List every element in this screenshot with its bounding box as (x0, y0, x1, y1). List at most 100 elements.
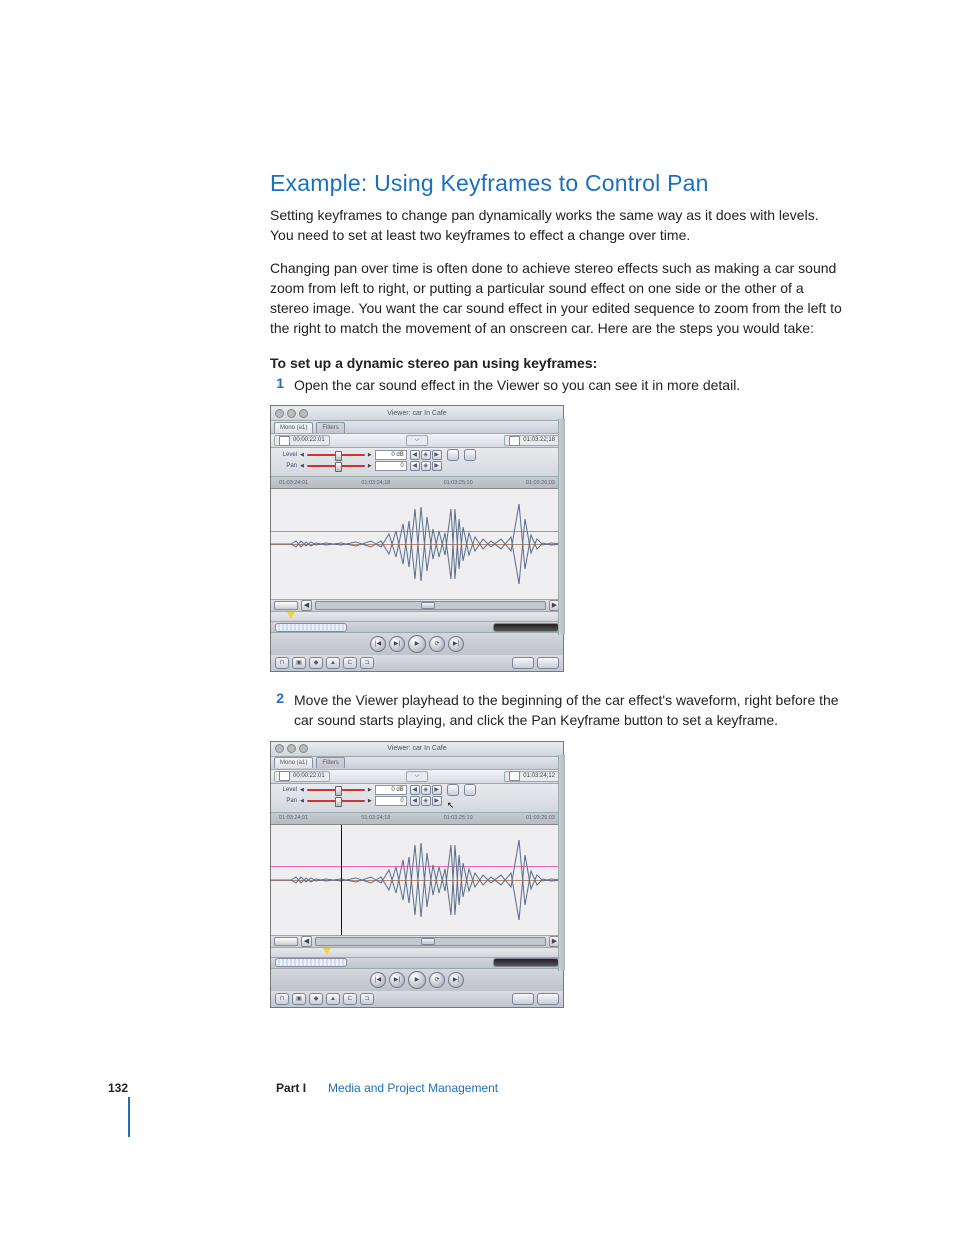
tab-filters[interactable]: Filters (316, 757, 344, 768)
scrollbar[interactable] (315, 937, 546, 946)
pan-slider[interactable] (307, 463, 365, 469)
pan-value[interactable]: 0 (375, 796, 407, 806)
play-inout-button[interactable]: ▶| (389, 972, 405, 988)
step-row: 1 Open the car sound effect in the Viewe… (270, 375, 844, 395)
level-keyframe-prev-button[interactable]: ◀ (410, 785, 420, 795)
level-keyframe-prev-button[interactable]: ◀ (410, 450, 420, 460)
mark-out-button[interactable]: ⊐ (360, 993, 374, 1005)
zoom-slider[interactable] (274, 937, 298, 946)
level-value[interactable]: 0 dB (375, 785, 407, 795)
playhead-marker-icon[interactable] (323, 948, 331, 955)
play-button[interactable]: ▶ (408, 971, 426, 989)
duration-timecode[interactable]: 00:00:22:01 (274, 771, 330, 782)
titlebar: Viewer: car In Cafe (271, 742, 563, 757)
insert-button[interactable] (512, 657, 534, 669)
shuttle-control[interactable] (493, 958, 559, 967)
overwrite-button[interactable] (537, 993, 559, 1005)
pan-value[interactable]: 0 (375, 461, 407, 471)
level-value[interactable]: 0 dB (375, 450, 407, 460)
time-ruler[interactable]: 01:03:24;01 01:03:24;18 01:03:25;10 01:0… (271, 477, 563, 489)
go-end-button[interactable]: ▶| (448, 972, 464, 988)
add-marker-button[interactable]: ▲ (326, 993, 340, 1005)
pan-keyframe-add-button[interactable]: ◈ (421, 796, 431, 806)
jog-wheel[interactable] (275, 623, 347, 632)
drag-hand-icon[interactable] (464, 449, 476, 461)
play-around-button[interactable]: ⟳ (429, 636, 445, 652)
level-pan-controls: Level ◀ ▶ 0 dB ◀ ◈ ▶ Pan ◀ ▶ 0 (271, 448, 563, 477)
tab-mono[interactable]: Mono (a1) (274, 422, 313, 433)
stereo-pair-menu[interactable]: ⌵ (406, 771, 429, 782)
pan-keyframe-next-button[interactable]: ▶ (432, 461, 442, 471)
level-keyframe-nav: ◀ ◈ ▶ (410, 785, 442, 795)
level-keyframe-add-button[interactable]: ◈ (421, 450, 431, 460)
pan-label: Pan (275, 798, 297, 804)
level-keyframe-next-button[interactable]: ▶ (432, 450, 442, 460)
window-title: Viewer: car In Cafe (271, 410, 563, 417)
step-row: 2 Move the Viewer playhead to the beginn… (270, 690, 844, 731)
reset-button[interactable] (447, 784, 459, 796)
playhead-line[interactable] (341, 825, 342, 935)
pan-keyframe-nav: ◀ ◈ ▶ (410, 796, 442, 806)
add-marker-button[interactable]: ▲ (326, 657, 340, 669)
mark-clip-button[interactable]: ▣ (292, 657, 306, 669)
stereo-pair-menu[interactable]: ⌵ (406, 435, 429, 446)
shuttle-control[interactable] (493, 623, 559, 632)
add-keyframe-button[interactable]: ◆ (309, 993, 323, 1005)
mark-in-button[interactable]: ⊏ (343, 657, 357, 669)
cursor-arrow-icon: ↖ (447, 800, 455, 811)
scrollbar-thumb[interactable] (421, 602, 435, 609)
level-slider[interactable] (307, 787, 365, 793)
pan-keyframe-add-button[interactable]: ◈ (421, 461, 431, 471)
match-frame-button[interactable]: ⊓ (275, 657, 289, 669)
play-inout-button[interactable]: ▶| (389, 636, 405, 652)
pan-keyframe-nav: ◀ ◈ ▶ (410, 461, 442, 471)
level-keyframe-add-button[interactable]: ◈ (421, 785, 431, 795)
waveform-icon (271, 825, 563, 935)
mini-ruler[interactable] (271, 948, 563, 958)
zoom-scroll-row: ◀ ▶ (271, 935, 563, 948)
playhead-marker-icon[interactable] (287, 612, 295, 619)
ruler-tick: 01:03:25;10 (444, 480, 473, 486)
tab-mono[interactable]: Mono (a1) (274, 757, 313, 768)
overwrite-button[interactable] (537, 657, 559, 669)
tab-filters[interactable]: Filters (316, 422, 344, 433)
level-keyframe-next-button[interactable]: ▶ (432, 785, 442, 795)
insert-button[interactable] (512, 993, 534, 1005)
play-button[interactable]: ▶ (408, 635, 426, 653)
mark-out-button[interactable]: ⊐ (360, 657, 374, 669)
level-keyframe-nav: ◀ ◈ ▶ (410, 450, 442, 460)
mini-ruler[interactable] (271, 612, 563, 622)
zoom-slider[interactable] (274, 601, 298, 610)
viewer-window: Viewer: car In Cafe Mono (a1) Filters 00… (270, 741, 564, 1008)
waveform-area[interactable] (271, 489, 563, 599)
go-start-button[interactable]: |◀ (370, 636, 386, 652)
mark-in-button[interactable]: ⊏ (343, 993, 357, 1005)
scroll-left-button[interactable]: ◀ (301, 600, 312, 611)
reset-button[interactable] (447, 449, 459, 461)
waveform-area[interactable] (271, 825, 563, 935)
pan-keyframe-prev-button[interactable]: ◀ (410, 796, 420, 806)
current-timecode[interactable]: 01:03:24;12 (504, 771, 560, 782)
go-start-button[interactable]: |◀ (370, 972, 386, 988)
mark-clip-button[interactable]: ▣ (292, 993, 306, 1005)
current-timecode[interactable]: 01:03:22;18 (504, 435, 560, 446)
duration-timecode[interactable]: 00:00:22:01 (274, 435, 330, 446)
scrollbar-thumb[interactable] (421, 938, 435, 945)
time-ruler[interactable]: 01:03:24;01 01:03:24;18 01:03:25;10 01:0… (271, 813, 563, 825)
go-end-button[interactable]: ▶| (448, 636, 464, 652)
pan-keyframe-next-button[interactable]: ▶ (432, 796, 442, 806)
scrollbar[interactable] (315, 601, 546, 610)
scroll-left-button[interactable]: ◀ (301, 936, 312, 947)
jog-wheel[interactable] (275, 958, 347, 967)
add-keyframe-button[interactable]: ◆ (309, 657, 323, 669)
drag-hand-icon[interactable] (464, 784, 476, 796)
ruler-tick: 01:03:24;01 (279, 480, 308, 486)
match-frame-button[interactable]: ⊓ (275, 993, 289, 1005)
page-number: 132 (108, 1081, 128, 1095)
pan-slider[interactable] (307, 798, 365, 804)
pan-keyframe-prev-button[interactable]: ◀ (410, 461, 420, 471)
clock-icon (509, 771, 520, 781)
play-around-button[interactable]: ⟳ (429, 972, 445, 988)
level-slider[interactable] (307, 452, 365, 458)
jog-shuttle-row (271, 958, 563, 969)
